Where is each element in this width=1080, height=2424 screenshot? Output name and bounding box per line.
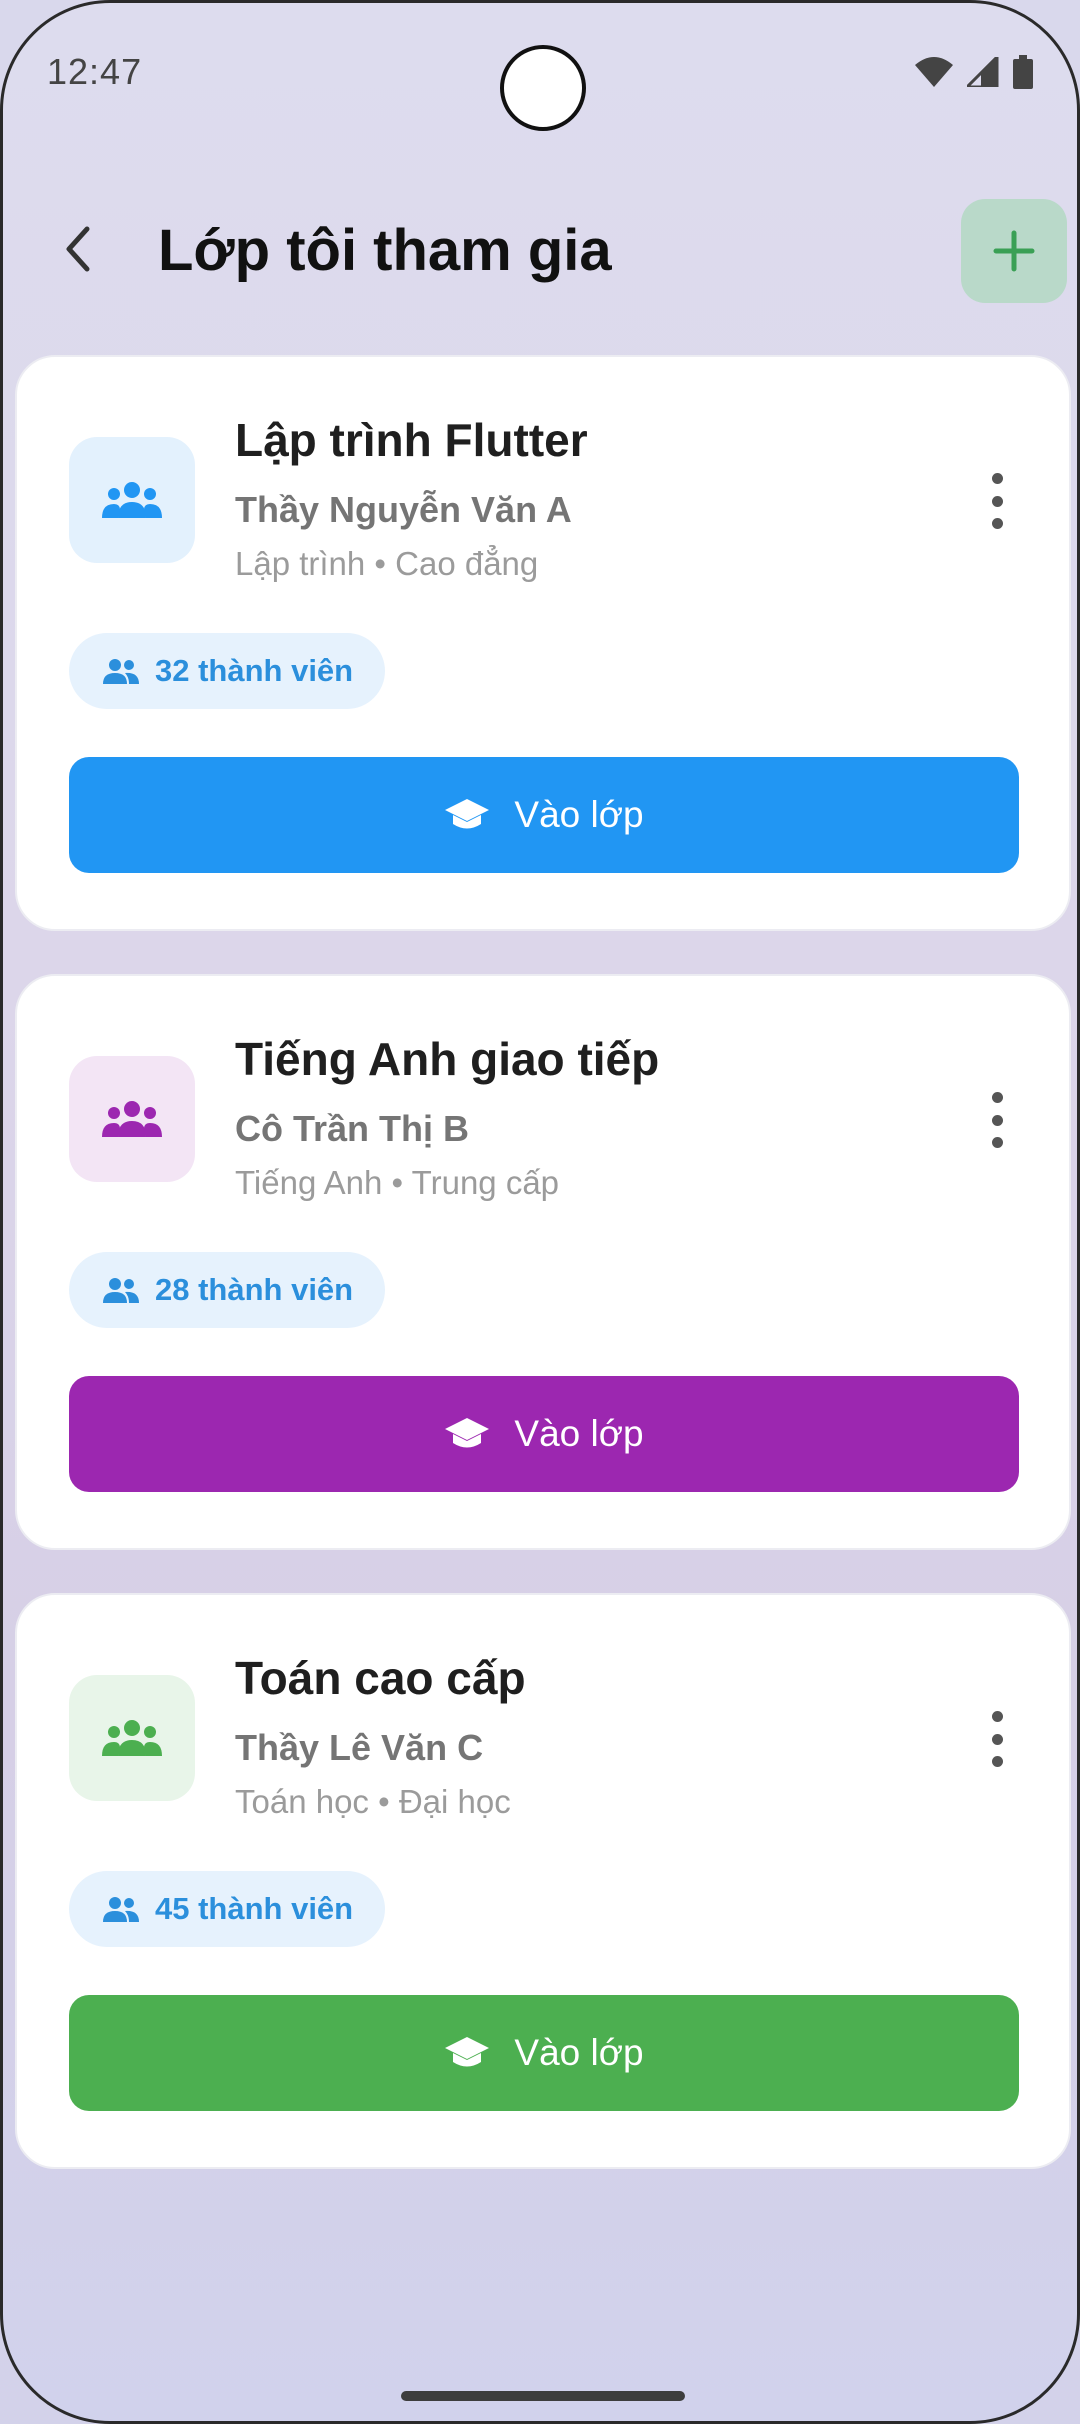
class-card[interactable]: Tiếng Anh giao tiếp Cô Trần Thị B Tiếng … — [15, 974, 1071, 1550]
enter-class-button[interactable]: Vào lớp — [69, 1995, 1019, 2111]
more-options-button[interactable] — [987, 1092, 1007, 1148]
class-icon-badge — [69, 1056, 195, 1182]
enter-class-button[interactable]: Vào lớp — [69, 1376, 1019, 1492]
member-count: 45 thành viên — [155, 1891, 354, 1926]
enter-class-label: Vào lớp — [514, 794, 644, 835]
group-icon — [102, 1101, 162, 1137]
add-class-button[interactable] — [961, 199, 1067, 303]
member-count-chip: 45 thành viên — [69, 1871, 386, 1947]
class-card[interactable]: Lập trình Flutter Thầy Nguyễn Văn A Lập … — [15, 355, 1071, 931]
enter-class-button[interactable]: Vào lớp — [69, 757, 1019, 873]
app-bar: Lớp tôi tham gia — [3, 193, 1077, 303]
graduation-cap-icon — [445, 1418, 490, 1448]
people-icon — [103, 1278, 139, 1303]
class-icon-badge — [69, 437, 195, 563]
chevron-left-icon — [66, 226, 90, 272]
battery-icon — [1013, 55, 1033, 89]
plus-icon — [993, 230, 1035, 272]
class-meta: Toán học • Đại học — [235, 1783, 511, 1820]
status-icons — [915, 55, 1033, 89]
phone-screen: 12:47 Lớp tôi tham gia Lập trình Flutter… — [0, 0, 1080, 2424]
graduation-cap-icon — [445, 799, 490, 829]
more-options-button[interactable] — [987, 473, 1007, 529]
group-icon — [102, 482, 162, 518]
enter-class-label: Vào lớp — [514, 2032, 644, 2073]
camera-cutout — [500, 45, 586, 131]
member-count: 32 thành viên — [155, 653, 354, 688]
wifi-icon — [915, 57, 953, 87]
class-meta: Lập trình • Cao đẳng — [235, 545, 539, 582]
member-count: 28 thành viên — [155, 1272, 354, 1307]
class-card[interactable]: Toán cao cấp Thầy Lê Văn C Toán học • Đạ… — [15, 1593, 1071, 2169]
member-count-chip: 28 thành viên — [69, 1252, 386, 1328]
people-icon — [103, 1897, 139, 1922]
status-bar: 12:47 — [3, 3, 1077, 143]
signal-icon — [967, 57, 999, 87]
class-meta: Tiếng Anh • Trung cấp — [235, 1164, 560, 1201]
home-indicator[interactable] — [401, 2391, 685, 2401]
group-icon — [102, 1720, 162, 1756]
page-title: Lớp tôi tham gia — [158, 218, 612, 283]
status-time: 12:47 — [47, 51, 143, 92]
class-teacher: Thầy Nguyễn Văn A — [235, 489, 572, 530]
member-count-chip: 32 thành viên — [69, 633, 386, 709]
class-title: Toán cao cấp — [235, 1652, 526, 1704]
people-icon — [103, 659, 139, 684]
class-icon-badge — [69, 1675, 195, 1801]
graduation-cap-icon — [445, 2037, 490, 2067]
class-teacher: Thầy Lê Văn C — [235, 1727, 484, 1768]
class-teacher: Cô Trần Thị B — [235, 1108, 469, 1149]
class-title: Tiếng Anh giao tiếp — [235, 1033, 660, 1085]
enter-class-label: Vào lớp — [514, 1413, 644, 1454]
more-options-button[interactable] — [987, 1711, 1007, 1767]
back-button[interactable] — [49, 219, 109, 279]
class-title: Lập trình Flutter — [235, 414, 588, 466]
